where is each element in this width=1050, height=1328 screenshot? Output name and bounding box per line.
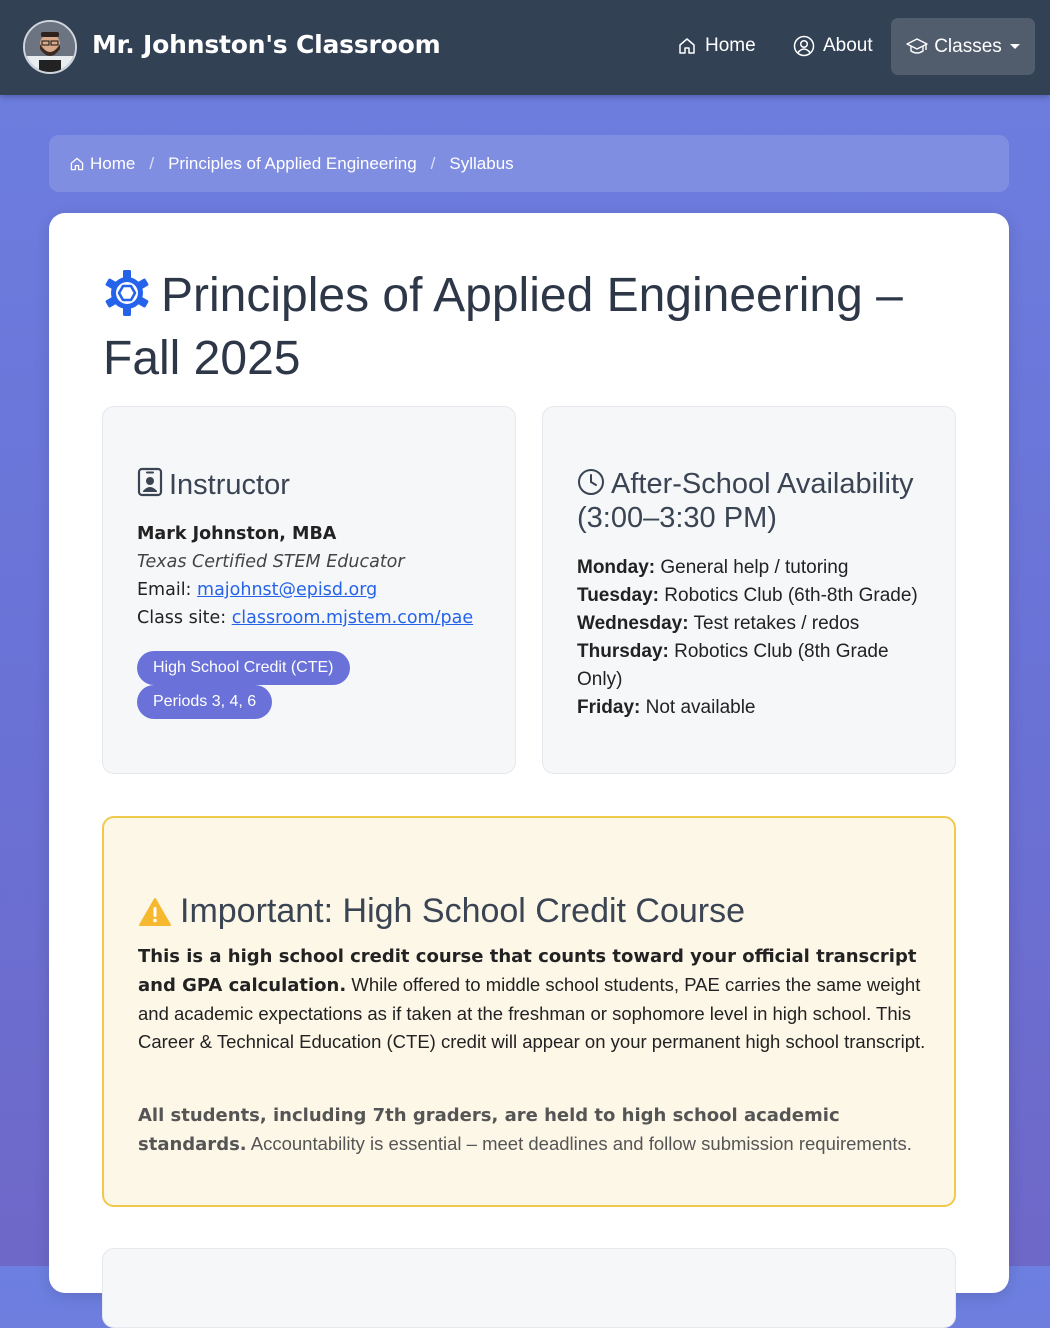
availability-item: Thursday: Robotics Club (8th Grade Only)	[577, 638, 927, 694]
home-icon	[679, 38, 695, 54]
breadcrumb-course[interactable]: Principles of Applied Engineering	[168, 154, 417, 174]
breadcrumb-current: Syllabus	[449, 153, 514, 173]
day-text: General help / tutoring	[660, 557, 849, 578]
breadcrumb-separator: /	[430, 153, 436, 173]
instructor-email-row: Email: majohnst@episd.org	[137, 576, 473, 604]
nav-about[interactable]: About	[793, 35, 873, 57]
chevron-down-icon	[1009, 44, 1020, 49]
day-label: Tuesday:	[577, 585, 660, 606]
day-label: Wednesday:	[577, 613, 689, 634]
home-icon	[70, 157, 84, 170]
availability-item: Friday: Not available	[577, 694, 927, 722]
instructor-details: Mark Johnston, MBA Texas Certified STEM …	[137, 520, 473, 632]
instructor-site-row: Class site: classroom.mjstem.com/pae	[137, 604, 473, 632]
day-text: Test retakes / redos	[693, 613, 860, 634]
availability-item: Wednesday: Test retakes / redos	[577, 610, 927, 638]
gear-icon	[103, 269, 151, 330]
graduation-cap-icon	[906, 37, 928, 54]
breadcrumb-home-label: Home	[90, 153, 136, 173]
instructor-heading-text: Instructor	[169, 469, 290, 501]
alert-heading-text: Important: High School Credit Course	[180, 892, 746, 930]
warning-icon	[139, 897, 171, 926]
nav-home-label: Home	[705, 35, 756, 56]
day-text: Not available	[645, 697, 756, 718]
important-alert: Important: High School Credit Course Thi…	[102, 816, 956, 1207]
main-card: Principles of Applied Engineering – Fall…	[49, 213, 1009, 1328]
site-brand[interactable]: Mr. Johnston's Classroom	[92, 30, 441, 59]
nav-about-label: About	[823, 35, 873, 56]
class-site-link[interactable]: classroom.mjstem.com/pae	[232, 608, 473, 628]
breadcrumb: Home / Principles of Applied Engineering…	[49, 135, 1009, 192]
alert-text: Accountability is essential – meet deadl…	[246, 1133, 912, 1154]
instructor-name: Mark Johnston, MBA	[137, 524, 337, 544]
day-text: Robotics Club (6th-8th Grade)	[664, 585, 918, 606]
alert-paragraph-1: This is a high school credit course that…	[138, 942, 928, 1056]
availability-item: Tuesday: Robotics Club (6th-8th Grade)	[577, 582, 927, 610]
breadcrumb-separator: /	[149, 153, 155, 173]
alert-heading: Important: High School Credit Course	[138, 892, 745, 931]
availability-heading: After-School Availability (3:00–3:30 PM)	[577, 467, 937, 535]
nav-classes-dropdown[interactable]: Classes	[891, 18, 1035, 75]
user-circle-icon	[793, 35, 815, 57]
credit-badge: High School Credit (CTE)	[137, 651, 350, 685]
instructor-card: Instructor Mark Johnston, MBA Texas Cert…	[102, 406, 516, 774]
clock-icon	[578, 469, 604, 495]
availability-item: Monday: General help / tutoring	[577, 554, 927, 582]
id-badge-icon	[137, 467, 163, 497]
instructor-credential: Texas Certified STEM Educator	[137, 552, 405, 572]
nav-classes-label: Classes	[934, 35, 1002, 57]
badge-list: High School Credit (CTE) Periods 3, 4, 6	[137, 651, 350, 719]
day-label: Friday:	[577, 697, 641, 718]
email-label: Email:	[137, 580, 192, 600]
class-site-label: Class site:	[137, 608, 227, 628]
top-navbar: Mr. Johnston's Classroom Home About Clas…	[0, 0, 1050, 95]
availability-list: Monday: General help / tutoring Tuesday:…	[577, 554, 927, 722]
availability-card: After-School Availability (3:00–3:30 PM)…	[542, 406, 956, 774]
instructor-heading: Instructor	[137, 467, 497, 502]
nav-home[interactable]: Home	[677, 35, 756, 57]
periods-badge: Periods 3, 4, 6	[137, 685, 273, 719]
next-section-card	[102, 1248, 956, 1328]
avatar[interactable]	[23, 20, 77, 74]
page-title: Principles of Applied Engineering – Fall…	[103, 267, 923, 387]
alert-paragraph-2: All students, including 7th graders, are…	[138, 1101, 928, 1159]
email-link[interactable]: majohnst@episd.org	[197, 580, 377, 600]
breadcrumb-home[interactable]: Home	[69, 154, 135, 174]
availability-heading-text: After-School Availability (3:00–3:30 PM)	[577, 468, 914, 534]
day-label: Monday:	[577, 557, 656, 578]
avatar-image	[25, 22, 75, 72]
day-label: Thursday:	[577, 641, 669, 662]
page-title-text: Principles of Applied Engineering – Fall…	[103, 269, 903, 385]
